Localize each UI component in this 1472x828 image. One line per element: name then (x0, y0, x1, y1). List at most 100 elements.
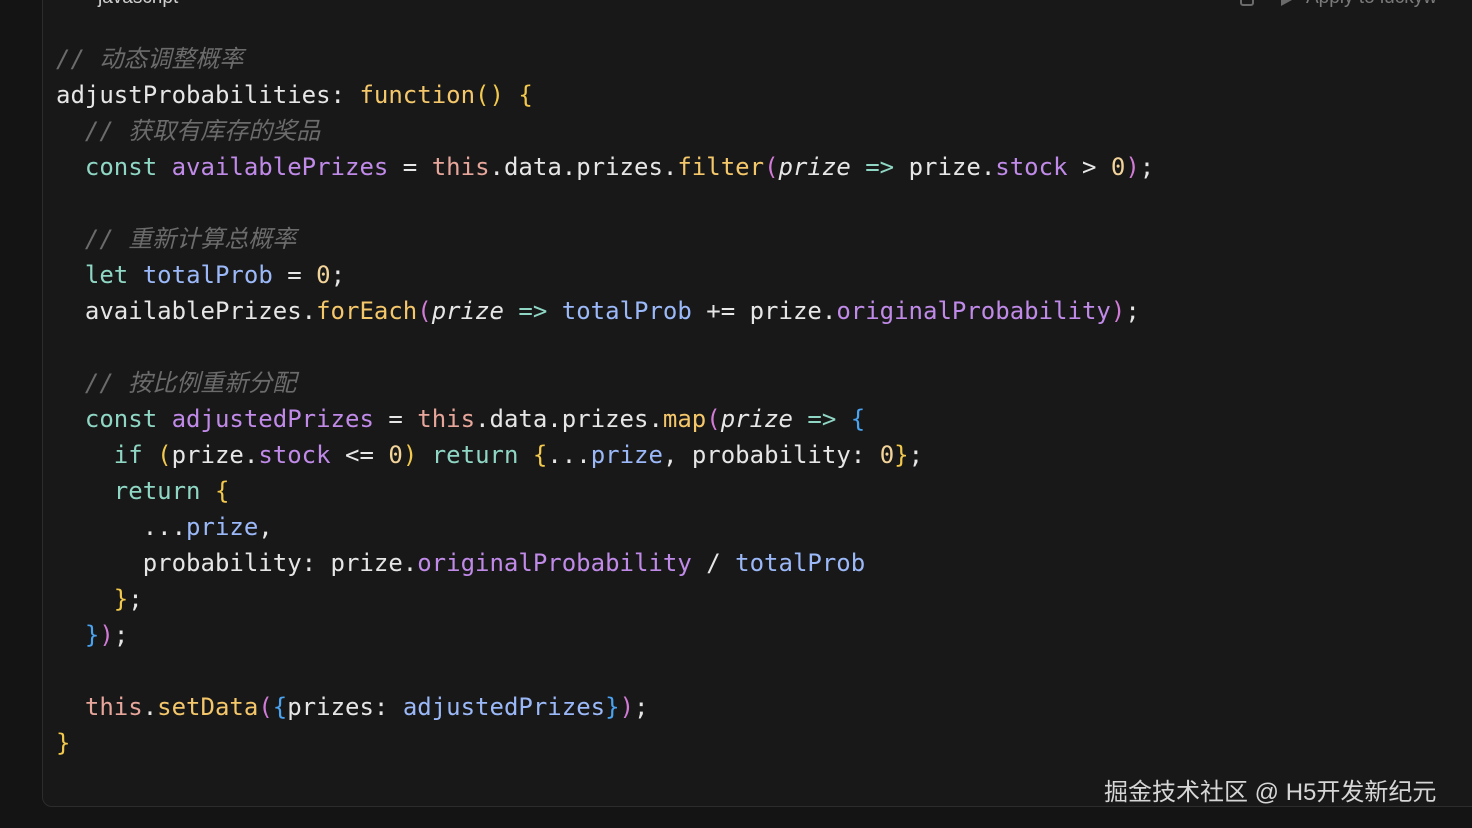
code-token: prize (186, 513, 259, 541)
code-token: => (807, 405, 837, 433)
code-token: { (272, 693, 288, 721)
code-token: this (84, 693, 143, 721)
code-token: adjustedPrizes (171, 405, 374, 433)
code-line: return { (56, 473, 1154, 509)
code-token: } (56, 729, 71, 757)
code-token: { (518, 81, 533, 109)
page: JS javascript Apply to luckyw // 动态调整概率 a… (0, 0, 1472, 828)
code-token: ; (330, 261, 346, 289)
code-token: . (142, 693, 158, 721)
code-token: ; (128, 585, 143, 613)
code-line: availablePrizes.forEach(prize => totalPr… (56, 293, 1154, 329)
code-token: stock (995, 153, 1068, 181)
language-label: javascript (98, 0, 178, 9)
code-line: }); (56, 617, 1154, 653)
code-token: 0 (316, 261, 331, 289)
code-token: } (894, 441, 909, 469)
code-line: // 重新计算总概率 (56, 221, 1154, 257)
code-token: prize (720, 405, 793, 433)
code-token: prize (590, 441, 663, 469)
code-line: probability: prize.originalProbability /… (56, 545, 1154, 581)
code-line: const adjustedPrizes = this.data.prizes.… (56, 401, 1154, 437)
code-token: availablePrizes (171, 153, 389, 181)
code-token: 0 (879, 441, 895, 469)
code-token: <= (330, 441, 389, 469)
code-token: : (330, 81, 360, 109)
code-token: ; (113, 621, 129, 649)
code-line: // 动态调整概率 (56, 41, 1154, 77)
code-token: } (84, 621, 100, 649)
code-token: return (113, 477, 201, 505)
javascript-icon: JS (66, 0, 82, 3)
code-token: function (359, 81, 476, 109)
code-token: ... (56, 513, 187, 541)
code-token: filter (677, 153, 765, 181)
code-token: stock (258, 441, 331, 469)
code-token: ... (547, 441, 591, 469)
code-token: totalProb (561, 297, 692, 325)
code-token: totalProb (142, 261, 273, 289)
code-line: const availablePrizes = this.data.prizes… (56, 149, 1154, 185)
code-token: probability: prize. (56, 549, 418, 577)
code-token: ; (1139, 153, 1155, 181)
code-token: prizes: (287, 693, 403, 721)
code-comment: // 按比例重新分配 (84, 369, 297, 397)
code-token: ; (634, 693, 649, 721)
code-content[interactable]: // 动态调整概率 adjustProbabilities: function()… (56, 41, 1154, 761)
code-token: this (417, 405, 476, 433)
code-line: }; (56, 581, 1154, 617)
code-token: ) (402, 441, 418, 469)
code-token: ( (764, 153, 779, 181)
apply-button[interactable]: Apply to luckyw (1306, 0, 1437, 9)
code-token: const (84, 153, 158, 181)
code-token: adjustProbabilities (56, 81, 331, 109)
code-token: 0 (1110, 153, 1126, 181)
code-token: => (518, 297, 548, 325)
code-token: ; (1125, 297, 1140, 325)
code-token: { (532, 441, 548, 469)
code-token: = (272, 261, 317, 289)
code-comment: // 动态调整概率 (56, 45, 244, 73)
code-token: += prize. (691, 297, 837, 325)
code-comment: // 获取有库存的奖品 (84, 117, 321, 145)
code-token: ) (1125, 153, 1140, 181)
code-token: prize (778, 153, 851, 181)
code-token: 0 (388, 441, 403, 469)
code-token: this (431, 153, 490, 181)
code-token: .data.prizes. (475, 405, 663, 433)
code-token: prize. (171, 441, 259, 469)
code-token: ( (706, 405, 721, 433)
code-token: { (214, 477, 230, 505)
code-token: setData (157, 693, 259, 721)
play-icon[interactable] (1281, 0, 1292, 6)
code-token: .data.prizes. (489, 153, 678, 181)
code-token: () (475, 81, 504, 109)
code-token: / (691, 549, 736, 577)
code-token: availablePrizes. (56, 297, 317, 325)
code-token: ( (157, 441, 172, 469)
code-token: ( (417, 297, 432, 325)
copy-icon[interactable] (1240, 0, 1254, 6)
code-token: prize (431, 297, 504, 325)
